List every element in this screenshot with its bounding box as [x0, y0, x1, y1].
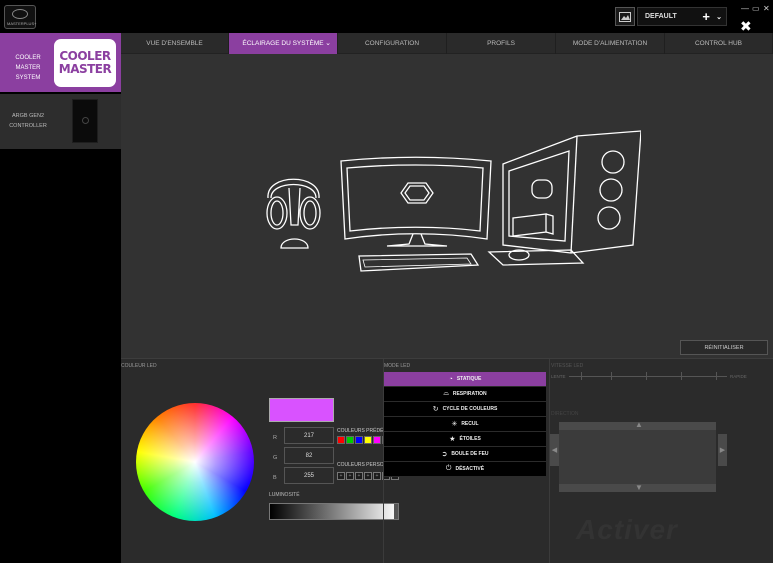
palette-icon: ◔ — [448, 375, 453, 383]
tab-overview[interactable]: VUE D'ENSEMBLE — [121, 33, 229, 54]
preset-color-swatch[interactable] — [337, 436, 345, 444]
breathing-icon: ⌓ — [443, 390, 449, 397]
speed-tick — [646, 372, 647, 380]
arrow-down-icon[interactable]: ▼ — [635, 483, 643, 492]
maximize-button[interactable]: ▭ — [752, 4, 760, 13]
speed-slider[interactable] — [569, 376, 727, 377]
chevron-down-icon: ⌄ — [325, 40, 331, 47]
tab-power-mode[interactable]: MODE D'ALIMENTATION — [556, 33, 665, 54]
preset-color-swatch[interactable] — [364, 436, 372, 444]
logo-ring-icon — [12, 9, 28, 19]
arrow-left-icon[interactable]: ◀ — [550, 434, 559, 466]
reset-button[interactable]: RÉINITIALISER — [680, 340, 768, 355]
led-mode-respiration[interactable]: ⌓ RESPIRATION — [384, 387, 546, 402]
sidebar-item-label: ARGB GEN2 CONTROLLER — [9, 113, 47, 129]
minimize-button[interactable]: — — [741, 4, 749, 13]
green-value-input[interactable]: 82 — [284, 447, 334, 464]
tab-control-hub[interactable]: CONTROL HUB — [665, 33, 773, 54]
profile-dropdown[interactable]: DEFAULT + ⌄ — [637, 7, 727, 26]
led-mode-label: MODE LED — [384, 363, 411, 369]
arrow-right-icon[interactable]: ▶ — [718, 434, 727, 466]
profile-image-icon[interactable] — [615, 7, 635, 26]
led-mode-statique[interactable]: ◔ STATIQUE — [384, 372, 546, 387]
direction-pad — [559, 422, 716, 492]
sidebar-item-cooler-master-system[interactable]: COOLER MASTER SYSTEM COOLER MASTER — [0, 33, 121, 92]
profile-name: DEFAULT — [645, 13, 677, 20]
speed-tick — [716, 372, 717, 380]
system-illustration — [266, 130, 641, 272]
tab-system-lighting[interactable]: ÉCLAIRAGE DU SYSTÈME ⌄ — [229, 33, 338, 54]
brightness-label: LUMINOSITÉ — [269, 492, 300, 498]
custom-color-slot[interactable]: + — [364, 472, 372, 480]
led-mode-recul[interactable]: ✳ RECUL — [384, 417, 546, 432]
tab-configuration[interactable]: CONFIGURATION — [338, 33, 447, 54]
preset-color-swatch[interactable] — [346, 436, 354, 444]
blue-value-input[interactable]: 255 — [284, 467, 334, 484]
add-profile-icon[interactable]: + — [702, 9, 710, 24]
led-mode-list: ◔ STATIQUE ⌓ RESPIRATION ↻ CYCLE DE COULEURS ✳… — [384, 372, 546, 477]
headset-icon[interactable] — [266, 178, 321, 249]
chevron-down-icon[interactable]: ⌄ — [716, 13, 722, 21]
speed-low-label: LENTE — [551, 374, 566, 379]
arrow-up-icon[interactable]: ▲ — [635, 420, 643, 429]
main-panel: VUE D'ENSEMBLE ÉCLAIRAGE DU SYSTÈME ⌄ CON… — [121, 33, 773, 563]
brightness-slider[interactable] — [269, 503, 399, 520]
burst-icon: ✳ — [451, 421, 458, 428]
title-bar: MASTERPLUS+ DEFAULT + ⌄ — ▭ ✕ ✖ — [0, 0, 773, 34]
led-mode-label: ÉTOILES — [459, 436, 481, 442]
led-speed-label: VITESSE LED — [551, 363, 584, 369]
led-mode-cycle-de-couleurs[interactable]: ↻ CYCLE DE COULEURS — [384, 402, 546, 417]
led-mode-label: STATIQUE — [456, 376, 482, 382]
custom-color-slot[interactable]: + — [337, 472, 345, 480]
watermark-text: Activer — [576, 514, 678, 545]
b-label: B — [273, 475, 277, 481]
direction-label: DIRECTION — [551, 411, 579, 417]
sidebar-item-label: COOLER MASTER SYSTEM — [15, 55, 41, 81]
led-mode-label: DÉSACTIVÉ — [455, 466, 485, 472]
led-mode-label: BOULE DE FEU — [451, 451, 489, 457]
current-color-swatch — [269, 398, 334, 422]
fireball-icon: ➲ — [441, 451, 448, 458]
speed-tick — [681, 372, 682, 380]
speed-tick — [581, 372, 582, 380]
cycle-icon: ↻ — [432, 406, 439, 413]
star-icon: ★ — [449, 436, 456, 443]
preset-color-swatch[interactable] — [373, 436, 381, 444]
color-wheel[interactable] — [136, 403, 254, 521]
led-mode-label: RECUL — [461, 421, 479, 427]
keyboard-icon[interactable] — [358, 253, 480, 272]
tab-profiles[interactable]: PROFILS — [447, 33, 556, 54]
logo-text: MASTERPLUS+ — [7, 21, 37, 26]
custom-color-slot[interactable]: + — [373, 472, 381, 480]
brightness-handle[interactable] — [394, 504, 398, 519]
led-color-label: COULEUR LED — [121, 363, 157, 369]
led-mode-label: RESPIRATION — [452, 391, 487, 397]
red-value-input[interactable]: 217 — [284, 427, 334, 444]
led-mode-label: CYCLE DE COULEURS — [442, 406, 498, 412]
preset-color-swatch[interactable] — [355, 436, 363, 444]
led-mode-boule-de-feu[interactable]: ➲ BOULE DE FEU — [384, 447, 546, 462]
r-label: R — [273, 435, 277, 441]
led-mode-étoiles[interactable]: ★ ÉTOILES — [384, 432, 546, 447]
masterplus-logo[interactable]: MASTERPLUS+ — [4, 5, 36, 29]
power-icon: ⏻ — [445, 465, 452, 472]
led-mode-désactivé[interactable]: ⏻ DÉSACTIVÉ — [384, 462, 546, 477]
custom-color-slot[interactable]: + — [346, 472, 354, 480]
pc-case-icon[interactable] — [502, 130, 641, 254]
close-button[interactable]: ✕ — [763, 4, 770, 13]
custom-color-slot[interactable]: + — [355, 472, 363, 480]
speed-high-label: RAPIDE — [730, 374, 747, 379]
cooler-master-logo: COOLER MASTER — [54, 39, 116, 87]
g-label: G — [273, 455, 278, 461]
controller-device-image — [72, 99, 98, 143]
monitor-icon[interactable] — [340, 156, 492, 247]
lighting-controls: COULEUR LED R 217 G 82 B 255 COULEURS PR… — [121, 358, 773, 563]
tab-bar: VUE D'ENSEMBLE ÉCLAIRAGE DU SYSTÈME ⌄ CON… — [121, 33, 773, 54]
speed-tick — [611, 372, 612, 380]
sidebar-item-argb-controller[interactable]: ARGB GEN2 CONTROLLER — [0, 94, 121, 149]
device-sidebar: COOLER MASTER SYSTEM COOLER MASTER ARGB … — [0, 33, 121, 563]
